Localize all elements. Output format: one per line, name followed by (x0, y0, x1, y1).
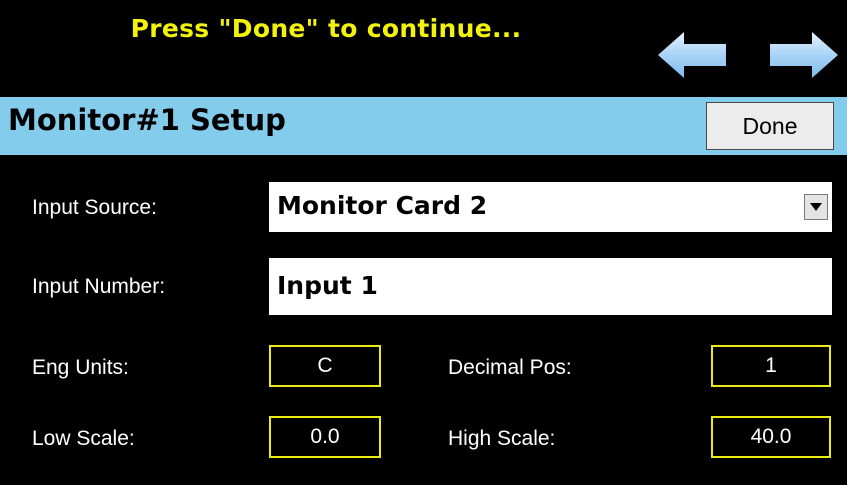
input-source-label: Input Source: (32, 196, 157, 219)
input-number-label: Input Number: (32, 275, 166, 298)
high-scale-field[interactable]: 40.0 (711, 416, 831, 458)
high-scale-label: High Scale: (448, 427, 556, 450)
eng-units-field[interactable]: C (269, 345, 381, 387)
prompt-message: Press "Done" to continue... (130, 14, 522, 43)
top-bar: Press "Done" to continue... (0, 0, 847, 96)
low-scale-field[interactable]: 0.0 (269, 416, 381, 458)
chevron-down-icon[interactable] (804, 194, 828, 220)
eng-units-label: Eng Units: (32, 356, 129, 379)
input-source-select[interactable]: Monitor Card 2 (269, 182, 832, 232)
done-button[interactable]: Done (706, 102, 834, 150)
arrow-right-icon[interactable] (768, 30, 840, 80)
input-number-field[interactable]: Input 1 (269, 258, 832, 315)
input-number-value: Input 1 (277, 271, 378, 300)
arrow-left-icon[interactable] (656, 30, 728, 80)
page-title: Monitor#1 Setup (8, 103, 286, 137)
decimal-pos-field[interactable]: 1 (711, 345, 831, 387)
decimal-pos-label: Decimal Pos: (448, 356, 572, 379)
input-source-value: Monitor Card 2 (277, 191, 488, 220)
low-scale-label: Low Scale: (32, 427, 135, 450)
